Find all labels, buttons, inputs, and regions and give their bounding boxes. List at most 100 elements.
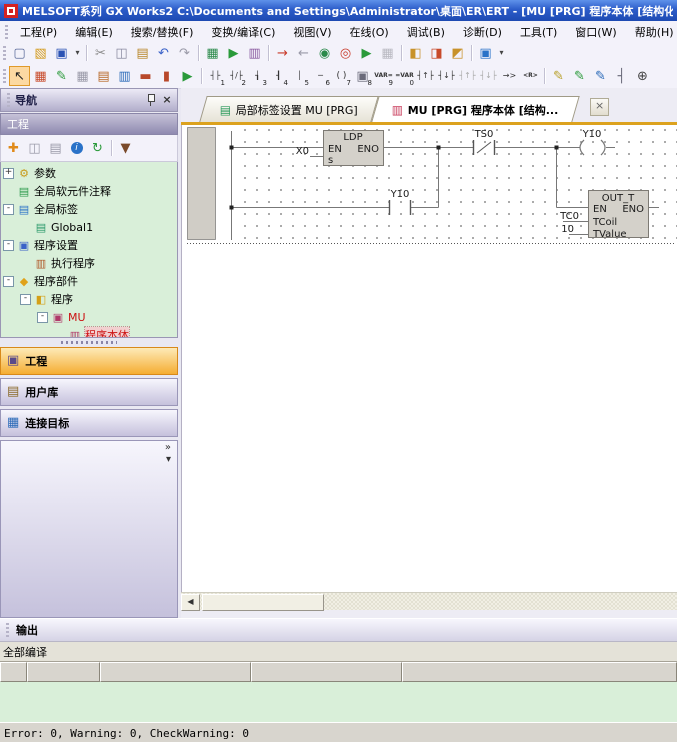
write-to-plc-icon[interactable]: → [272, 43, 293, 63]
tree-expander[interactable]: + [3, 168, 14, 179]
redo-icon[interactable]: ↷ [174, 43, 195, 63]
copy-icon[interactable]: ◫ [111, 43, 132, 63]
monitor-start-icon[interactable]: ▶ [356, 43, 377, 63]
function-block-ldp[interactable]: LDP EN ENO s [324, 131, 384, 167]
panel-splitter[interactable] [0, 338, 178, 347]
insert-row-icon[interactable]: ▤ [93, 66, 114, 86]
insert-column-icon[interactable]: ▥ [114, 66, 135, 86]
select-mode-icon[interactable]: ↖ [9, 66, 30, 86]
comment-display-icon[interactable]: ▶ [177, 66, 198, 86]
panel-grip[interactable] [6, 623, 9, 637]
coil-icon[interactable]: ( )7 [331, 66, 352, 86]
operand-x0-label[interactable]: X0 [296, 146, 309, 157]
network-margin-cell[interactable] [188, 128, 216, 240]
new-data-icon[interactable]: ✚ [3, 138, 24, 158]
output-table-body[interactable] [0, 682, 677, 722]
operand-y10-coil-label[interactable]: Y10 [582, 129, 602, 140]
operand-y10-contact-label[interactable]: Y10 [390, 189, 410, 200]
tree-expander[interactable]: - [3, 204, 14, 215]
toolbar-grip[interactable] [3, 69, 6, 83]
tree-expander[interactable]: - [20, 294, 31, 305]
toolbar-grip[interactable] [3, 46, 6, 60]
edit-comment-icon[interactable]: ✎ [548, 66, 569, 86]
statement-icon[interactable]: ◧ [405, 43, 426, 63]
cut-icon[interactable]: ✂ [90, 43, 111, 63]
ladder-diagram[interactable]: LDP EN ENO s X0 TS0 Y10 [182, 125, 677, 255]
read-from-plc-icon[interactable]: ← [293, 43, 314, 63]
connection-destination-button[interactable]: ▦ 连接目标 [0, 409, 178, 437]
close-navigation-icon[interactable]: × [160, 93, 174, 107]
closed-branch-icon[interactable]: ┨4 [268, 66, 289, 86]
menu-find-replace[interactable]: 搜索/替换(F) [122, 21, 203, 43]
tree-item-program-folder[interactable]: - ◧ 程序 [1, 290, 177, 308]
open-contact-icon[interactable]: ┤├1 [205, 66, 226, 86]
tree-expander[interactable]: - [3, 240, 14, 251]
menu-convert-compile[interactable]: 变换/编译(C) [202, 21, 284, 43]
user-library-button[interactable]: ▤ 用户库 [0, 378, 178, 406]
rising-pulse-icon[interactable]: ┤↑├ [415, 66, 436, 86]
write-mode-icon[interactable]: ✎ [51, 66, 72, 86]
monitor-watch-icon[interactable]: ◉ [314, 43, 335, 63]
tree-item-global-label[interactable]: - ▤ 全局标签 [1, 200, 177, 218]
horizontal-scrollbar[interactable]: ◀ [181, 592, 677, 610]
copy-data-icon[interactable]: ◫ [24, 138, 45, 158]
tree-item-program-body[interactable]: ▥ 程序本体 [1, 326, 177, 338]
menu-window[interactable]: 窗口(W) [566, 21, 625, 43]
contact-y10-open[interactable] [390, 200, 411, 215]
guided-edit-icon[interactable]: ▦ [30, 66, 51, 86]
input-label-icon[interactable]: VAR=9 [373, 66, 394, 86]
tree-item-mu[interactable]: - ▣ MU [1, 308, 177, 326]
tree-item-program-setting[interactable]: - ▣ 程序设置 [1, 236, 177, 254]
refresh-view-icon[interactable]: ↻ [87, 138, 108, 158]
horizontal-line-icon[interactable]: ─6 [310, 66, 331, 86]
paste-icon[interactable]: ▤ [132, 43, 153, 63]
ladder-canvas[interactable]: LDP EN ENO s X0 TS0 Y10 [181, 125, 677, 592]
menu-debug[interactable]: 调试(B) [398, 21, 454, 43]
note-icon[interactable]: ◨ [426, 43, 447, 63]
falling-pulse-icon[interactable]: ┤↓├ [436, 66, 457, 86]
delete-row-icon[interactable]: ▬ [135, 66, 156, 86]
tree-item-global1[interactable]: ▤ Global1 [1, 218, 177, 236]
tree-item-parameter[interactable]: + ⚙ 参数 [1, 164, 177, 182]
tree-expander[interactable]: - [3, 276, 14, 287]
tree-expander[interactable]: - [37, 312, 48, 323]
paste-data-icon[interactable]: ▤ [45, 138, 66, 158]
panel-grip[interactable] [7, 93, 10, 107]
operand-tvalue-label[interactable]: 10 [561, 224, 574, 235]
filter-tree-icon[interactable]: ▼ [115, 138, 136, 158]
operand-ts0-label[interactable]: TS0 [474, 129, 494, 140]
configure-buttons-icon[interactable]: ▾ [166, 455, 171, 465]
tree-item-exec-program[interactable]: ▥ 执行程序 [1, 254, 177, 272]
monitor-mode-icon[interactable]: ▣ [475, 43, 496, 63]
menu-project[interactable]: 工程(P) [11, 21, 66, 43]
operand-tc0-label[interactable]: TC0 [559, 211, 579, 222]
delete-column-icon[interactable]: ▮ [156, 66, 177, 86]
pin-icon[interactable] [144, 93, 158, 107]
tree-item-pou[interactable]: - ◆ 程序部件 [1, 272, 177, 290]
rising-pulse-closed-icon[interactable]: ┤↑├ [457, 66, 478, 86]
device-display-icon[interactable]: ┤ [611, 66, 632, 86]
closed-contact-icon[interactable]: ┤/├2 [226, 66, 247, 86]
compile-result-tab[interactable]: 全部编译 [0, 642, 677, 662]
contact-ts0-closed[interactable] [474, 140, 495, 155]
falling-pulse-closed-icon[interactable]: ┤↓├ [478, 66, 499, 86]
tab-local-label-setting[interactable]: ▤ 局部标签设置 MU [PRG] [199, 96, 379, 122]
menu-view[interactable]: 视图(V) [284, 21, 340, 43]
grid-display-icon[interactable]: ▦ [72, 66, 93, 86]
jump-icon[interactable]: →> [499, 66, 520, 86]
project-button[interactable]: ▣ 工程 [0, 347, 178, 375]
save-project-icon[interactable]: ▣ [51, 43, 72, 63]
close-document-icon[interactable]: × [590, 98, 609, 116]
tree-item-global-comment[interactable]: ▤ 全局软元件注释 [1, 182, 177, 200]
toolbar-dropdown-icon[interactable]: ▾ [496, 43, 507, 63]
open-branch-icon[interactable]: ┧3 [247, 66, 268, 86]
menu-help[interactable]: 帮助(H) [626, 21, 677, 43]
function-block-icon[interactable]: ▣8 [352, 66, 373, 86]
scroll-left-icon[interactable]: ◀ [181, 594, 200, 611]
buffer-memory-icon[interactable]: ▥ [244, 43, 265, 63]
menu-tools[interactable]: 工具(T) [511, 21, 566, 43]
return-icon[interactable]: <R> [520, 66, 541, 86]
menu-online[interactable]: 在线(O) [340, 21, 397, 43]
show-more-buttons-icon[interactable]: » [165, 443, 171, 453]
save-dropdown-icon[interactable]: ▾ [72, 43, 83, 63]
